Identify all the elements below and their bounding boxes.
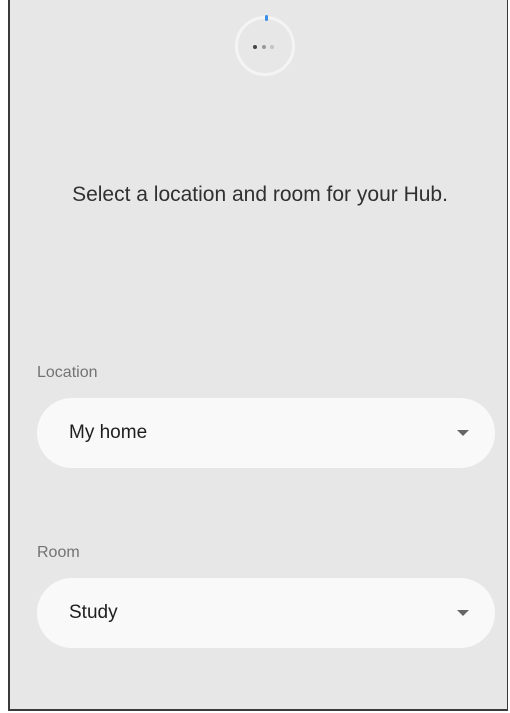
location-label: Location <box>37 364 98 381</box>
progress-dot <box>253 45 257 49</box>
progress-arc <box>265 15 268 21</box>
progress-dot <box>262 45 266 49</box>
room-dropdown[interactable]: Study <box>37 578 495 648</box>
loading-dots-icon <box>235 15 295 76</box>
chevron-down-icon <box>457 430 469 436</box>
room-value: Study <box>69 602 118 623</box>
setup-screen: Select a location and room for your Hub.… <box>8 0 508 711</box>
room-label: Room <box>37 544 80 561</box>
page-title: Select a location and room for your Hub. <box>72 183 448 206</box>
location-value: My home <box>69 422 148 443</box>
chevron-down-icon <box>457 610 469 616</box>
progress-dot <box>270 45 274 49</box>
location-dropdown[interactable]: My home <box>37 398 495 468</box>
